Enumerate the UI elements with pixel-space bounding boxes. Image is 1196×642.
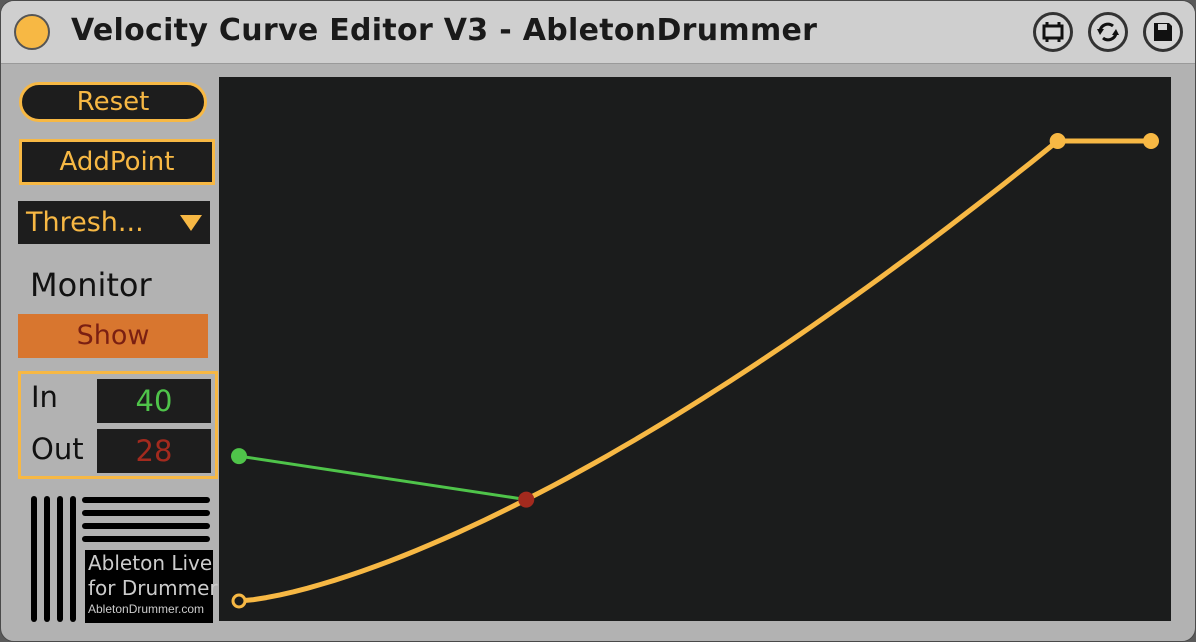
- in-value: 40: [97, 379, 211, 423]
- mode-dropdown[interactable]: Thresh...: [18, 201, 210, 244]
- curve-point[interactable]: [1143, 133, 1159, 149]
- curve-point[interactable]: [1049, 133, 1066, 149]
- curve-point[interactable]: [231, 593, 247, 609]
- logo-text: Ableton Live for Drummer AbletonDrummer.…: [85, 550, 218, 623]
- mode-dropdown-value: Thresh...: [26, 207, 144, 238]
- monitor-io-panel: In 40 Out 28: [18, 371, 218, 479]
- add-point-button[interactable]: AddPoint: [19, 139, 215, 185]
- monitor-input-marker: [231, 448, 247, 465]
- logo-line2: for Drummer: [88, 576, 218, 600]
- refresh-icon[interactable]: [1088, 12, 1128, 52]
- reset-button[interactable]: Reset: [19, 82, 207, 122]
- logo-line1: Ableton Live: [88, 551, 213, 575]
- freeze-icon[interactable]: [1033, 12, 1073, 52]
- window-title: Velocity Curve Editor V3 - AbletonDrumme…: [71, 13, 818, 48]
- device-window: Velocity Curve Editor V3 - AbletonDrumme…: [0, 0, 1196, 642]
- device-toggle[interactable]: [14, 14, 50, 50]
- monitor-output-marker: [518, 491, 535, 508]
- logo-url: AbletonDrummer.com: [88, 602, 205, 616]
- curve-canvas[interactable]: [219, 77, 1171, 621]
- chevron-down-icon: [180, 215, 202, 231]
- title-bar: Velocity Curve Editor V3 - AbletonDrumme…: [1, 1, 1195, 64]
- in-label: In: [31, 380, 58, 414]
- logo: Ableton Live for Drummer AbletonDrummer.…: [29, 495, 218, 623]
- show-button[interactable]: Show: [18, 314, 208, 358]
- monitor-label: Monitor: [30, 266, 152, 304]
- save-icon[interactable]: [1143, 12, 1183, 52]
- velocity-curve-graph[interactable]: [219, 77, 1171, 621]
- velocity-curve: [238, 138, 1151, 604]
- monitor-input-line: [238, 454, 527, 502]
- out-value: 28: [97, 429, 211, 473]
- out-label: Out: [31, 432, 84, 466]
